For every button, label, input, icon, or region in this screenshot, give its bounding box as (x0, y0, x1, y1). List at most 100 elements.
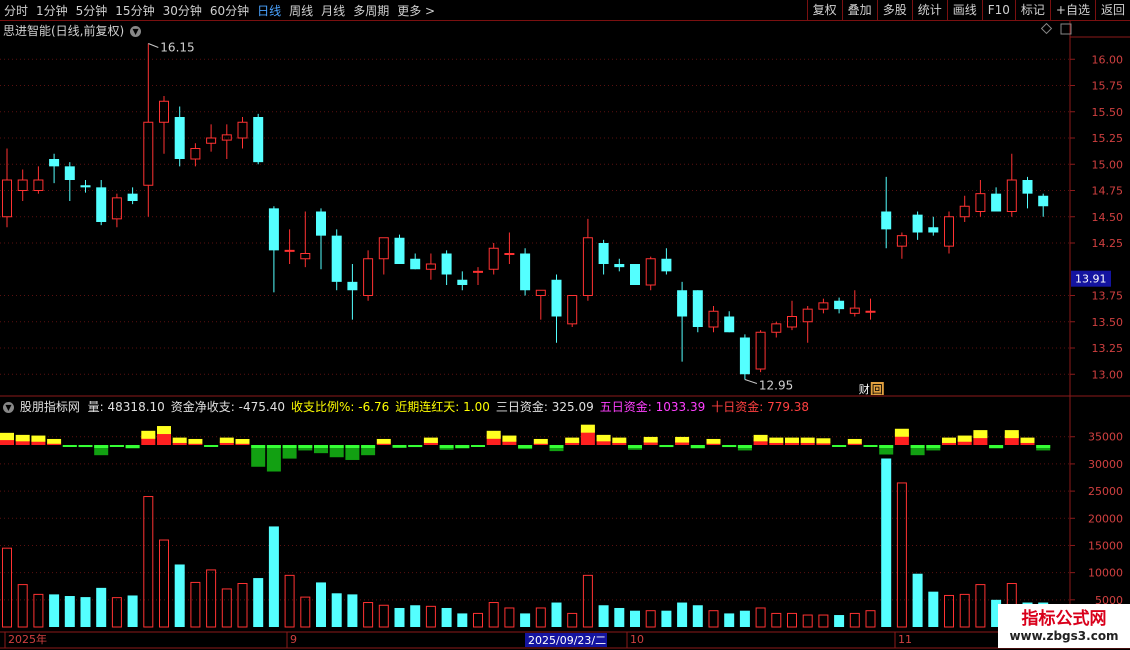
candle-body (488, 247, 499, 270)
volume-bar (614, 607, 625, 627)
period-tab[interactable]: 5分钟 (72, 2, 112, 19)
chevron-down-icon[interactable]: ▼ (3, 402, 14, 413)
period-tab[interactable]: 分时 (0, 2, 32, 19)
volume-bar (818, 614, 829, 628)
candle-body (253, 117, 264, 163)
volume-bar (300, 596, 311, 628)
outflow-cap (125, 445, 140, 448)
toolbar-button[interactable]: 多股 (876, 0, 912, 20)
inflow-cap (1004, 430, 1019, 439)
candle-body (724, 316, 735, 333)
volume-bar (598, 605, 609, 627)
period-tab[interactable]: 60分钟 (206, 2, 253, 19)
inflow-cap (942, 437, 956, 443)
candle (49, 153, 60, 184)
outflow-cap (329, 445, 344, 448)
toolbar-button[interactable]: 叠加 (841, 0, 877, 20)
volume-bar (488, 602, 499, 628)
candle-body (567, 295, 578, 325)
volume-bar (582, 574, 593, 628)
outflow-cap (361, 445, 376, 448)
stock-chart[interactable]: 16.15 12.95 财回 16.00 15.75 15.50 15.25 15.00 14… (0, 0, 1130, 650)
toolbar-button[interactable]: +自选 (1049, 0, 1095, 20)
candle-body (661, 258, 672, 272)
candle (127, 187, 138, 205)
indicator-value: 近期连红天: 1.00 (395, 400, 490, 414)
candle (692, 290, 703, 333)
volume-series (2, 458, 1049, 628)
price-tick-label: 14.50 (1092, 211, 1124, 224)
candle (787, 300, 797, 331)
volume-bar (677, 602, 688, 627)
candle (425, 253, 436, 280)
period-tab[interactable]: 日线 (253, 2, 285, 19)
candle (253, 113, 264, 165)
period-tab[interactable]: 30分钟 (159, 2, 206, 19)
period-tab[interactable]: 1分钟 (32, 2, 72, 19)
candle-body (1006, 179, 1017, 212)
candle (598, 239, 609, 275)
price-tick-label: 13.25 (1092, 342, 1124, 355)
watermark-title: 指标公式网 (1021, 609, 1107, 629)
candle (739, 334, 750, 380)
toolbar-button[interactable]: 统计 (911, 0, 947, 20)
candle (96, 180, 107, 226)
volume-bar (473, 612, 483, 628)
candle (488, 243, 499, 275)
candle (520, 248, 531, 296)
toolbar-button[interactable]: 返回 (1094, 0, 1130, 20)
period-toolbar: 分时 1分钟 5分钟 15分钟 30分钟 60分钟 日线 周线 月线 多周期 更多 > 复权 叠加 多股统… (0, 0, 1130, 21)
inflow-cap (157, 426, 171, 435)
toolbar-button[interactable]: F10 (981, 0, 1015, 20)
candle-body (708, 310, 719, 328)
candle (724, 311, 735, 333)
watermark: 指标公式网 www.zbgs3.com (998, 604, 1130, 648)
outflow-cap (737, 445, 752, 448)
period-tab[interactable]: 更多 > (393, 2, 439, 19)
inflow-cap (1020, 437, 1035, 443)
outflow-cap (109, 445, 124, 447)
inflow-cap (0, 432, 14, 441)
candle (284, 229, 295, 264)
chevron-down-icon[interactable]: ▼ (130, 26, 142, 37)
outflow-cap (910, 445, 925, 448)
candle-body (818, 302, 829, 310)
period-tab[interactable]: 周线 (285, 2, 317, 19)
indicator-value: 三日资金: 325.09 (495, 400, 594, 414)
candle (143, 43, 154, 217)
candle-body (64, 166, 75, 180)
diamond-icon[interactable] (1040, 22, 1053, 35)
period-tab[interactable]: 多周期 (349, 2, 393, 19)
volume-bar (33, 593, 44, 628)
candle-body (771, 323, 782, 333)
volume-bar (912, 573, 923, 627)
price-tick-label: 14.25 (1092, 237, 1124, 250)
inflow-cap (219, 437, 234, 443)
candle-body (363, 258, 374, 296)
volume-bar (708, 610, 719, 628)
volume-bar (268, 526, 279, 627)
candle (504, 232, 515, 264)
volume-bar (802, 614, 813, 628)
inflow-cap (47, 438, 62, 444)
toolbar-button[interactable]: 复权 (806, 0, 842, 20)
inflow-cap (847, 438, 862, 444)
candle-body (975, 193, 986, 212)
volume-bar (378, 604, 389, 628)
candle-body (755, 331, 766, 370)
volume-bar (724, 613, 735, 627)
event-marker-2: 回 (872, 383, 883, 396)
grid-lines (0, 20, 1130, 649)
toolbar-button[interactable]: 标记 (1014, 0, 1050, 20)
outflow-cap (408, 445, 423, 448)
period-tab[interactable]: 15分钟 (111, 2, 158, 19)
toolbar-button[interactable]: 画线 (946, 0, 982, 20)
candle (473, 267, 483, 285)
period-tab[interactable]: 月线 (317, 2, 349, 19)
candle (802, 306, 813, 343)
high-label: 16.15 (160, 41, 194, 55)
candle (159, 96, 169, 154)
candle-body (394, 237, 405, 264)
candle-body (582, 237, 593, 296)
outflow-cap (251, 445, 266, 448)
